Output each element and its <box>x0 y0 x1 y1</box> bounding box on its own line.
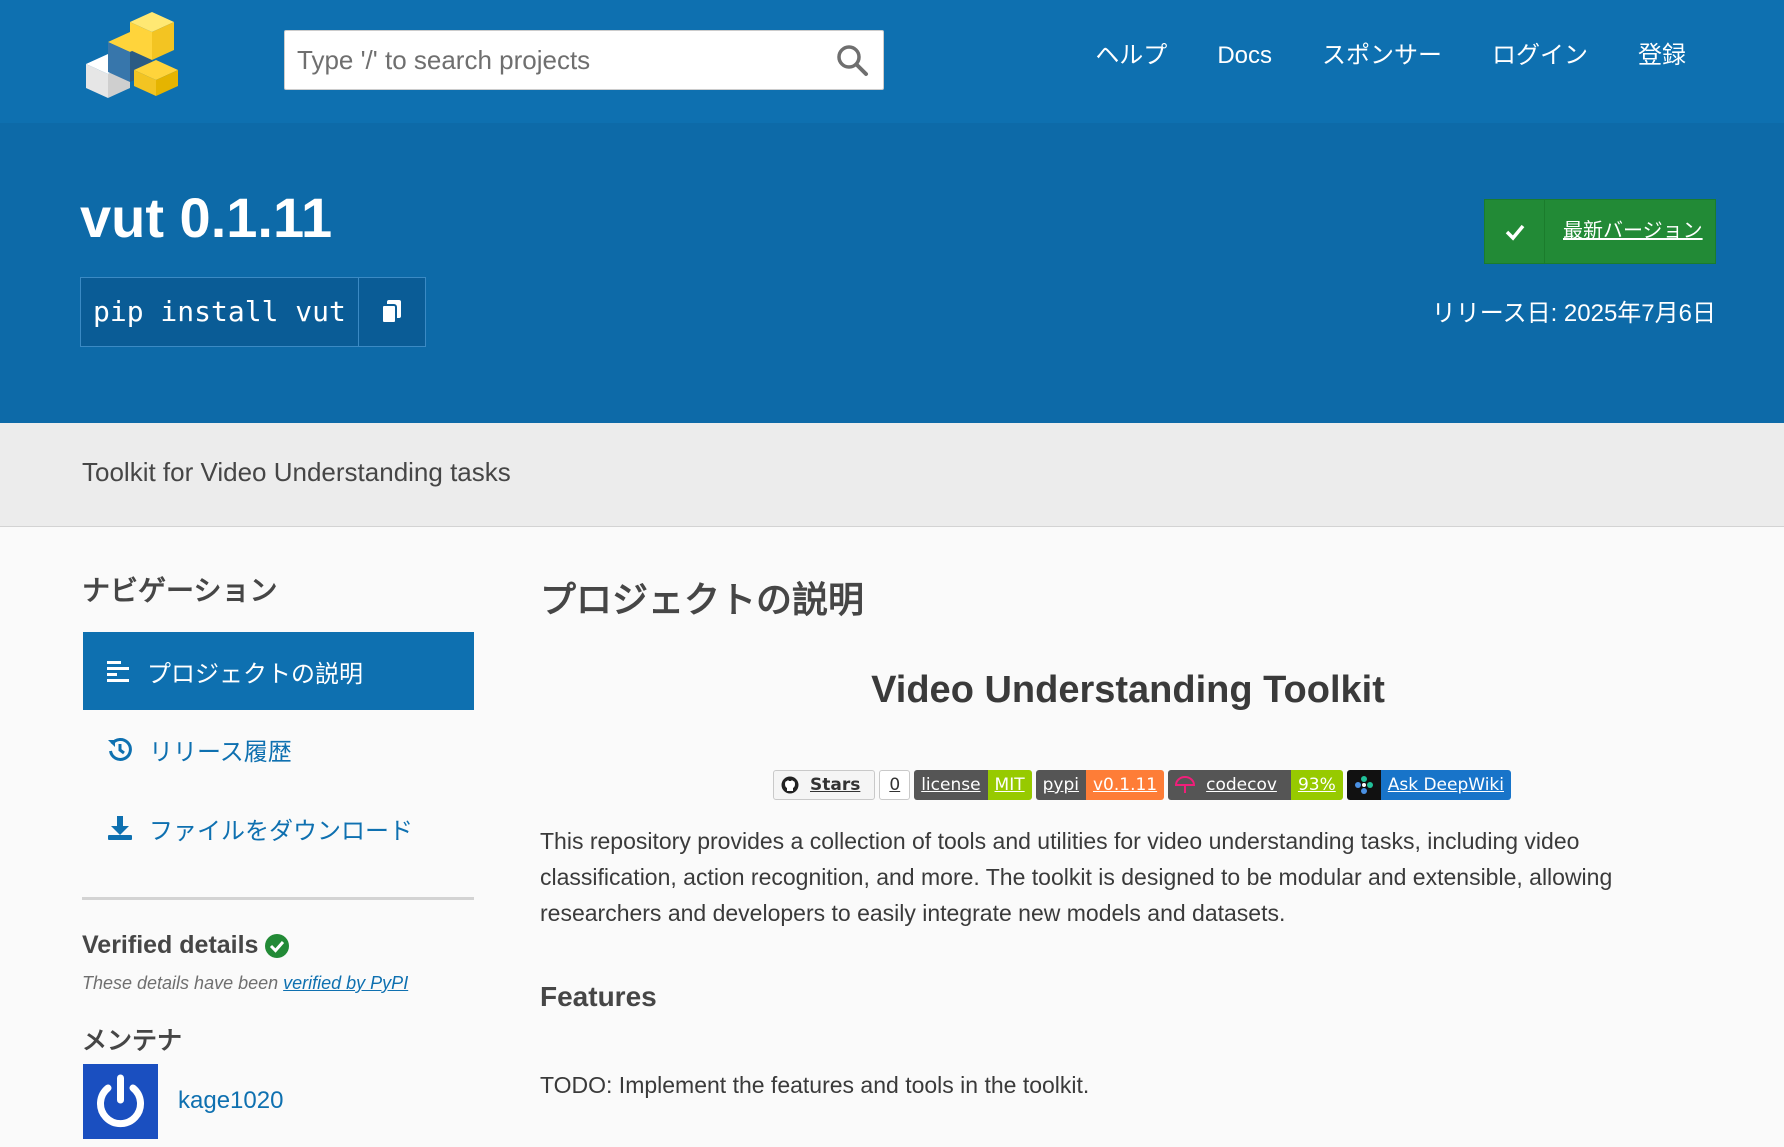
deepwiki-badge[interactable]: Ask DeepWiki <box>1346 770 1511 800</box>
github-stars-badge[interactable]: Stars <box>773 770 876 800</box>
github-icon <box>781 776 799 794</box>
codecov-badge-value: 93% <box>1290 770 1343 800</box>
codecov-badge[interactable]: codecov 93% <box>1168 770 1343 800</box>
sidebar-item-download-files[interactable]: ファイルをダウンロード <box>83 789 474 867</box>
copy-icon <box>380 300 401 324</box>
license-badge-label: license <box>914 770 988 800</box>
deepwiki-icon <box>1354 776 1373 794</box>
sidebar-divider <box>82 897 474 900</box>
align-left-icon <box>107 661 129 682</box>
readme-paragraph: This repository provides a collection of… <box>540 828 1613 926</box>
pypi-badge-label: pypi <box>1035 770 1086 800</box>
features-todo: TODO: Implement the features and tools i… <box>540 1072 1090 1098</box>
package-banner: vut 0.1.11 pip install vut 最新バージョン リリース日… <box>0 123 1784 423</box>
nav-docs-link[interactable]: Docs <box>1217 36 1272 76</box>
page-title: プロジェクトの説明 <box>540 579 865 620</box>
verified-details-label: Verified details <box>82 931 259 959</box>
pypi-badge[interactable]: pypi v0.1.11 <box>1035 770 1165 800</box>
history-icon <box>108 737 132 761</box>
nav-help-link[interactable]: ヘルプ <box>1095 36 1167 76</box>
sidebar-item-label: リリース履歴 <box>149 738 292 766</box>
codecov-badge-label: codecov <box>1206 775 1277 795</box>
license-badge[interactable]: license MIT <box>914 770 1032 800</box>
readme-title: Video Understanding Toolkit <box>871 669 1385 711</box>
verified-note-text: These details have been <box>82 973 284 993</box>
top-nav: ヘルプ Docs スポンサー ログイン 登録 <box>1045 36 1686 76</box>
pip-command[interactable]: pip install vut <box>81 278 359 346</box>
sidebar-item-release-history[interactable]: リリース履歴 <box>83 710 474 788</box>
package-summary: Toolkit for Video Understanding tasks <box>82 457 511 487</box>
latest-version-button[interactable]: 最新バージョン <box>1484 199 1716 264</box>
copy-button[interactable] <box>359 278 425 346</box>
pypi-badge-value: v0.1.11 <box>1085 770 1165 800</box>
deepwiki-badge-label: Ask DeepWiki <box>1380 770 1511 800</box>
search-input[interactable] <box>285 31 825 89</box>
verified-note: These details have been verified by PyPI <box>82 973 408 994</box>
verified-by-pypi-link[interactable]: verified by PyPI <box>283 973 408 993</box>
package-summary-bar: Toolkit for Video Understanding tasks <box>0 423 1784 527</box>
nav-sponsor-link[interactable]: スポンサー <box>1322 36 1442 76</box>
verified-details-heading: Verified details <box>82 931 290 960</box>
release-date: リリース日: 2025年7月6日 <box>1431 300 1716 327</box>
check-icon <box>1485 200 1545 263</box>
stars-label: Stars <box>810 775 861 795</box>
sidebar-item-description[interactable]: プロジェクトの説明 <box>83 632 474 710</box>
license-badge-value: MIT <box>987 770 1032 800</box>
badge-row: Stars 0 license MIT pypi v0.1.11 codecov… <box>773 770 1511 800</box>
features-heading: Features <box>540 981 657 1012</box>
nav-register-link[interactable]: 登録 <box>1638 36 1686 76</box>
power-avatar-icon <box>97 1074 144 1128</box>
sidebar-item-label: プロジェクトの説明 <box>147 660 363 688</box>
package-title: vut 0.1.11 <box>80 186 333 249</box>
maintainer-link[interactable]: kage1020 <box>178 1087 283 1115</box>
download-icon <box>108 816 132 840</box>
search-box <box>284 30 884 90</box>
maintainers-heading: メンテナ <box>82 1027 183 1055</box>
stars-count: 0 <box>889 775 901 795</box>
pypi-logo-icon[interactable] <box>78 12 182 102</box>
pip-command-box: pip install vut <box>80 277 426 347</box>
sidebar-heading: ナビゲーション <box>82 575 278 606</box>
search-icon[interactable] <box>835 43 869 77</box>
site-header: ヘルプ Docs スポンサー ログイン 登録 <box>0 0 1784 123</box>
nav-login-link[interactable]: ログイン <box>1492 36 1588 76</box>
latest-version-link[interactable]: 最新バージョン <box>1545 200 1703 263</box>
stars-count-badge[interactable]: 0 <box>879 770 911 800</box>
avatar[interactable] <box>83 1064 158 1139</box>
sidebar-item-label: ファイルをダウンロード <box>149 817 413 845</box>
codecov-umbrella-icon <box>1175 776 1196 793</box>
verified-check-icon <box>265 933 290 958</box>
